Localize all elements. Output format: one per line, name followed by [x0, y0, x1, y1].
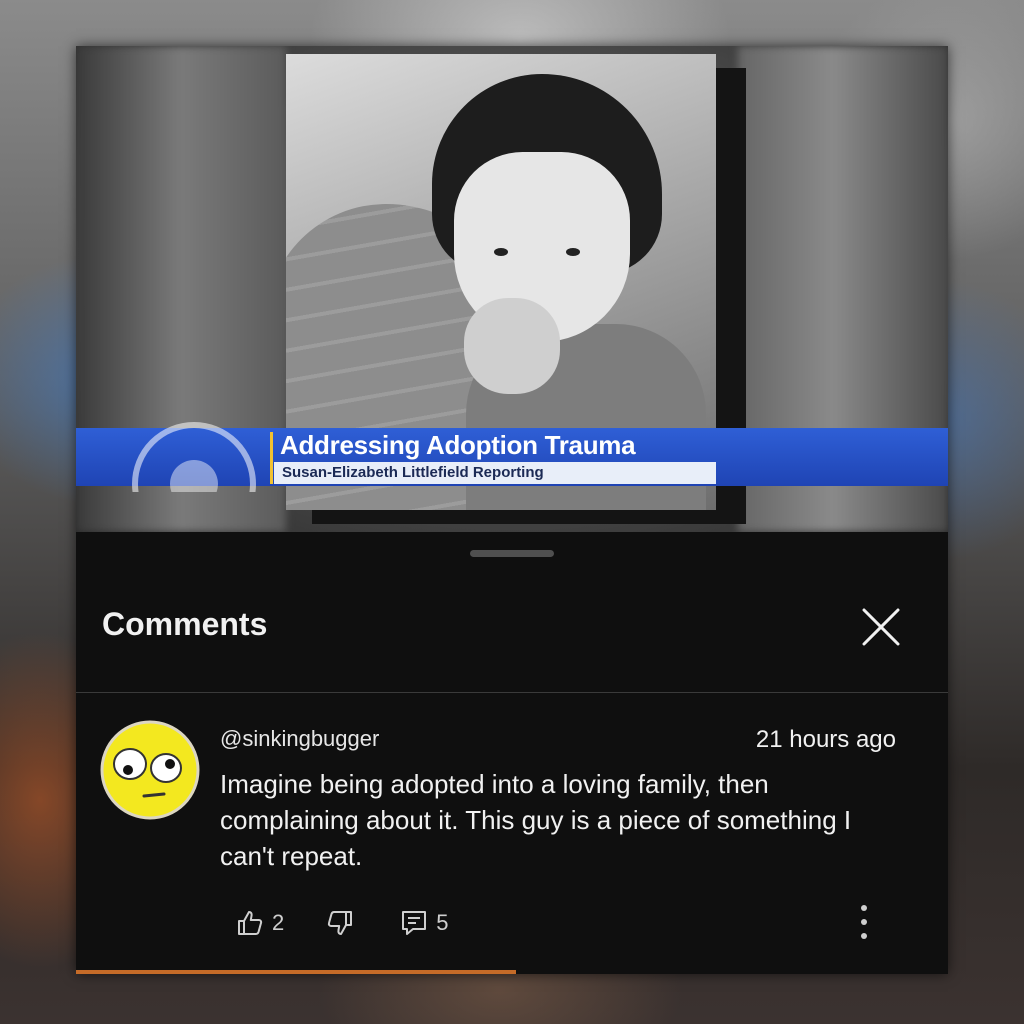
child-eye-right [566, 248, 580, 256]
video-headline: Addressing Adoption Trauma [280, 430, 636, 460]
network-eye-logo [132, 422, 256, 492]
bottom-edge-strip [76, 970, 516, 974]
comment-body: Imagine being adopted into a loving fami… [220, 769, 852, 871]
child-hand [464, 298, 560, 394]
like-count: 2 [272, 910, 285, 935]
news-lower-third: Addressing Adoption Trauma Susan-Elizabe… [76, 422, 948, 492]
reply-count: 5 [436, 910, 449, 935]
page-title: Comments [102, 606, 268, 642]
reply-icon [402, 911, 427, 935]
reporter-name: Susan-Elizabeth Littlefield Reporting [282, 464, 544, 481]
thumbs-up-icon [238, 911, 263, 935]
drag-handle[interactable] [470, 550, 554, 557]
googly-eyed-face-icon [100, 720, 200, 820]
child-eye-left [494, 248, 508, 256]
comment-author[interactable]: @sinkingbugger [220, 726, 379, 752]
video-player[interactable]: Addressing Adoption Trauma Susan-Elizabe… [76, 46, 948, 532]
more-options-button[interactable] [852, 902, 876, 942]
more-vertical-icon [861, 905, 867, 939]
avatar[interactable] [100, 720, 200, 820]
comment-timestamp: 21 hours ago [755, 726, 896, 753]
close-button[interactable] [856, 602, 906, 652]
close-icon [862, 608, 900, 646]
header-divider [76, 692, 948, 693]
comments-sheet: Addressing Adoption Trauma Susan-Elizabe… [76, 46, 948, 974]
dislike-button[interactable] [326, 909, 354, 937]
banner-divider [270, 432, 273, 484]
reply-button[interactable]: 5 [400, 909, 449, 937]
comment-actions: 2 5 [236, 906, 449, 940]
thumbs-down-icon [328, 911, 353, 935]
like-button[interactable]: 2 [236, 909, 284, 937]
